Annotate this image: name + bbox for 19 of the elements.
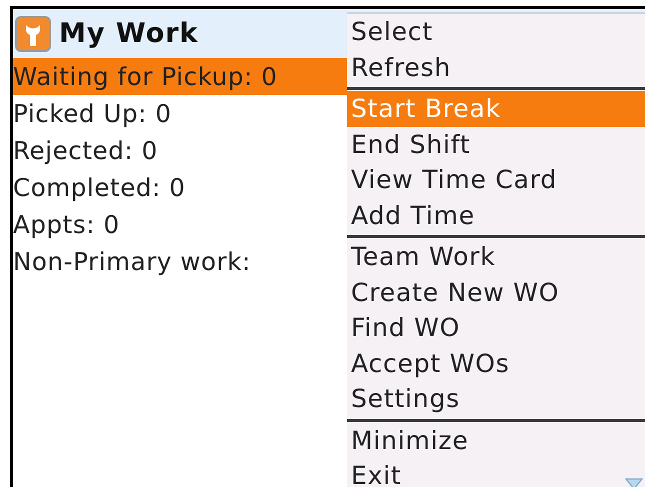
menu-item[interactable]: End Shift [347,126,645,162]
menu-item[interactable]: Select [347,14,645,50]
menu-item[interactable]: Find WO [347,310,645,346]
work-list-item[interactable]: Picked Up: 0 [13,95,176,132]
menu-item[interactable]: Minimize [347,422,645,458]
screen-title: My Work [59,18,199,49]
work-list-item[interactable]: Appts: 0 [13,206,124,243]
wrench-icon [15,16,51,52]
work-list-item[interactable]: Completed: 0 [13,169,190,206]
menu-item[interactable]: Accept WOs [347,346,645,381]
menu-item[interactable]: Exit [347,458,645,487]
menu-item[interactable]: Add Time [347,198,645,233]
menu-item[interactable]: View Time Card [347,162,645,198]
menu-item[interactable]: Team Work [347,239,645,274]
work-list-item[interactable]: Non-Primary work: [13,243,255,280]
menu-item[interactable]: Create New WO [347,274,645,310]
menu-item[interactable]: Settings [347,381,645,416]
work-list-item[interactable]: Rejected: 0 [13,132,162,169]
scroll-down-icon [625,478,643,487]
